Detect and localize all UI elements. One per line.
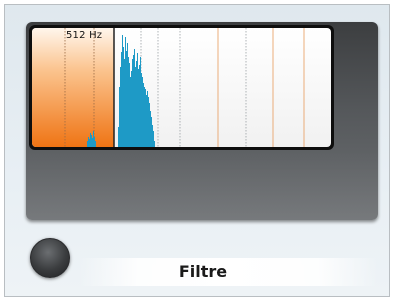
spectrum-display[interactable]: [32, 28, 331, 147]
frequency-readout: 512 Hz: [66, 30, 103, 41]
filter-region[interactable]: [32, 28, 114, 147]
page-title: Filtre: [178, 262, 228, 281]
spectrum-screen: [29, 25, 334, 150]
round-knob-icon[interactable]: [30, 238, 70, 278]
panel-shine: [26, 150, 378, 220]
